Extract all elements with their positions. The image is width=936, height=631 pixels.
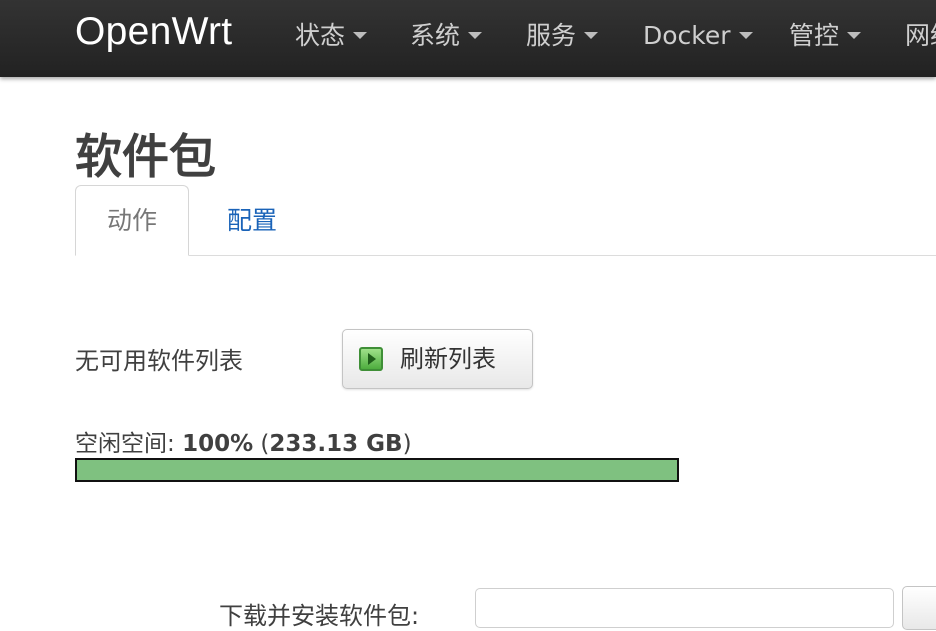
chevron-down-icon [584, 32, 599, 39]
free-space-progress-fill [77, 460, 677, 480]
menu-control-label: 管控 [789, 21, 840, 50]
install-package-button[interactable] [902, 586, 936, 630]
free-space-size: 233.13 GB [269, 431, 403, 457]
free-space-percent: 100% [182, 431, 254, 457]
menu-docker-label: Docker [643, 21, 731, 50]
menu-services[interactable]: 服务 [526, 20, 599, 52]
menu-system-label: 系统 [410, 21, 461, 50]
menu-status-label: 状态 [295, 21, 346, 50]
free-space-label: 空闲空间: [75, 431, 175, 457]
menu-control[interactable]: 管控 [789, 20, 862, 52]
refresh-list-button[interactable]: 刷新列表 [342, 329, 533, 389]
chevron-down-icon [738, 32, 753, 39]
tabs-divider [75, 255, 936, 256]
free-space-text: 空闲空间: 100% (233.13 GB) [75, 431, 412, 457]
chevron-down-icon [353, 32, 368, 39]
free-space-progress-bar [75, 458, 679, 482]
menu-status[interactable]: 状态 [295, 20, 368, 52]
brand-logo[interactable]: OpenWrt [75, 10, 232, 54]
install-package-label: 下载并安装软件包: [219, 602, 420, 630]
play-icon [359, 347, 383, 371]
no-package-list-text: 无可用软件列表 [75, 347, 243, 375]
menu-docker[interactable]: Docker [643, 20, 753, 52]
tab-configuration[interactable]: 配置 [227, 186, 277, 256]
top-navbar: OpenWrt 状态 系统 服务 Docker 管控 网络 [0, 0, 936, 77]
refresh-list-label: 刷新列表 [400, 345, 496, 373]
chevron-down-icon [847, 32, 862, 39]
install-package-input[interactable] [475, 588, 894, 628]
menu-network[interactable]: 网络 [905, 20, 936, 52]
menu-system[interactable]: 系统 [410, 20, 483, 52]
page-title: 软件包 [75, 130, 216, 185]
menu-services-label: 服务 [526, 21, 577, 50]
menu-network-label: 网络 [905, 21, 936, 50]
chevron-down-icon [468, 32, 483, 39]
tab-actions[interactable]: 动作 [75, 185, 189, 256]
